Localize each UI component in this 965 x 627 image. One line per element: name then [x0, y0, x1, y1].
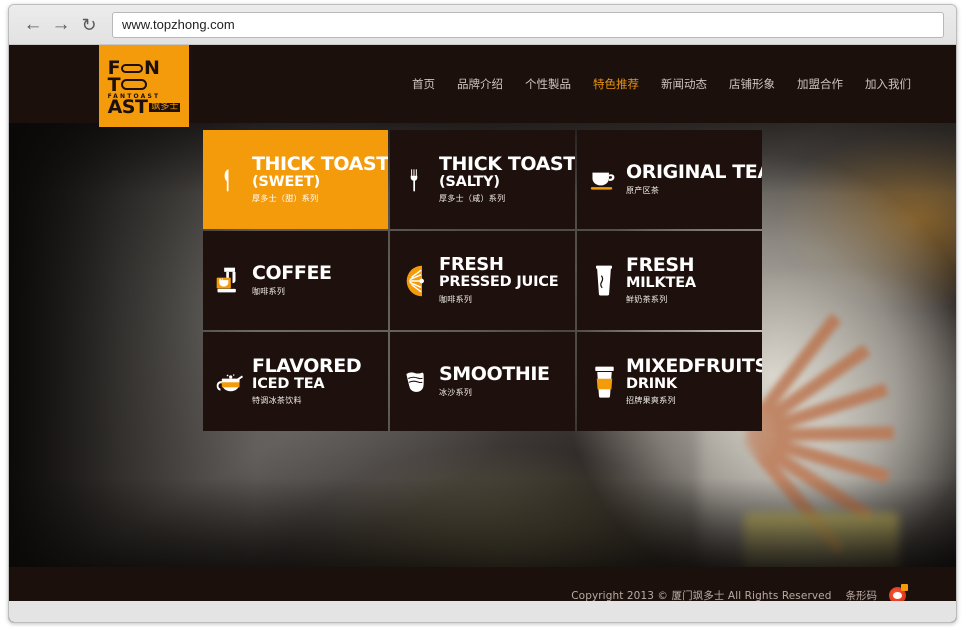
- logo-letter-t: T: [107, 73, 121, 96]
- product-tile[interactable]: MIXEDFRUITS DRINK 招牌果爽系列: [577, 332, 762, 431]
- product-text: FLAVORED ICED TEA 特调冰茶饮料: [252, 354, 362, 407]
- product-cn-label: 厚多士（咸）系列: [439, 194, 506, 204]
- product-subtitle: (SALTY): [439, 173, 500, 190]
- forward-arrow-icon[interactable]: →: [47, 11, 75, 39]
- main-navigation: 首页 品牌介绍 个性製品 特色推荐 新闻动态 店铺形象 加盟合作 加入我们: [401, 45, 922, 123]
- product-tile[interactable]: SMOOTHIE 冰沙系列: [390, 332, 575, 431]
- product-tile[interactable]: COFFEE 咖啡系列: [203, 231, 388, 330]
- product-text: FRESH PRESSED JUICE 咖啡系列: [439, 254, 559, 305]
- product-title: FRESH: [439, 254, 504, 276]
- product-title: THICK TOAST: [439, 152, 575, 175]
- product-text: THICK TOAST (SALTY) 厚多士（咸）系列: [439, 152, 575, 205]
- logo-letters-ast: AST: [107, 96, 148, 119]
- coffee-machine-icon: [215, 258, 245, 304]
- nav-item-2[interactable]: 个性製品: [514, 72, 582, 96]
- product-tile[interactable]: THICK TOAST (SALTY) 厚多士（咸）系列: [390, 130, 575, 229]
- takeaway-cup-icon: [589, 359, 619, 405]
- nav-item-7[interactable]: 加入我们: [854, 72, 922, 96]
- product-title: THICK TOAST: [252, 152, 388, 175]
- logo-letter-n: N: [144, 57, 160, 80]
- url-bar[interactable]: www.topzhong.com: [112, 11, 944, 38]
- product-cn-label: 咖啡系列: [439, 294, 473, 304]
- product-title: COFFEE: [252, 262, 332, 284]
- product-cn-label: 厚多士（甜）系列: [252, 194, 319, 204]
- product-tile[interactable]: FRESH PRESSED JUICE 咖啡系列: [390, 231, 575, 330]
- product-tile[interactable]: FRESH MILKTEA 鲜奶茶系列: [577, 231, 762, 330]
- logo-row-to: T: [107, 73, 148, 96]
- page-viewport: F N T FANTOAST AST 飒多士 首页 品牌介绍 个性製品 特色推荐 新闻动…: [9, 45, 956, 622]
- product-cn-label: 鲜奶茶系列: [626, 295, 668, 305]
- nav-item-6[interactable]: 加盟合作: [786, 72, 854, 96]
- url-text: www.topzhong.com: [122, 17, 235, 32]
- milktea-cup-icon: [589, 258, 619, 304]
- product-text: SMOOTHIE 冰沙系列: [439, 365, 550, 398]
- logo-row-ast: AST 飒多士: [107, 96, 181, 119]
- product-grid: THICK TOAST (SWEET) 厚多士（甜）系列 THICK TOAST (SA…: [203, 130, 762, 431]
- product-title: FRESH: [626, 253, 695, 276]
- product-cn-label: 冰沙系列: [439, 388, 473, 397]
- product-cn-label: 特调冰茶饮料: [252, 396, 302, 406]
- site-logo[interactable]: F N T FANTOAST AST 飒多士: [99, 45, 189, 127]
- product-cn-label: 原产区茶: [626, 186, 660, 195]
- product-subtitle: MILKTEA: [626, 274, 696, 291]
- product-text: ORIGINAL TEA 原产区茶: [626, 163, 762, 196]
- logo-mark: F N T FANTOAST AST 飒多士: [107, 57, 181, 119]
- browser-toolbar: ← → ↻ www.topzhong.com: [9, 5, 956, 45]
- product-subtitle: PRESSED JUICE: [439, 274, 559, 291]
- product-cn-label: 招牌果爽系列: [626, 396, 676, 406]
- product-text: COFFEE 咖啡系列: [252, 264, 332, 297]
- product-subtitle: ICED TEA: [252, 375, 325, 392]
- smoothie-bowl-icon: [402, 359, 432, 405]
- teapot-icon: [215, 359, 245, 405]
- browser-window: ← → ↻ www.topzhong.com F N T FANTOAST AS…: [8, 4, 957, 623]
- product-title: ORIGINAL TEA: [626, 161, 762, 183]
- knife-icon: [215, 157, 245, 203]
- reload-icon[interactable]: ↻: [75, 11, 103, 39]
- teacup-icon: [589, 157, 619, 203]
- product-tile[interactable]: ORIGINAL TEA 原产区茶: [577, 130, 762, 229]
- product-text: MIXEDFRUITS DRINK 招牌果爽系列: [626, 354, 762, 407]
- product-cn-label: 咖啡系列: [252, 287, 286, 296]
- product-title: SMOOTHIE: [439, 363, 550, 385]
- product-title: MIXEDFRUITS: [626, 354, 762, 377]
- product-subtitle: (SWEET): [252, 173, 320, 190]
- product-tile[interactable]: FLAVORED ICED TEA 特调冰茶饮料: [203, 332, 388, 431]
- nav-item-1[interactable]: 品牌介绍: [446, 72, 514, 96]
- product-subtitle: DRINK: [626, 375, 677, 392]
- nav-item-3[interactable]: 特色推荐: [582, 72, 650, 96]
- logo-pill-o-icon: [121, 79, 148, 91]
- logo-pill-a-icon: [121, 64, 144, 74]
- product-text: THICK TOAST (SWEET) 厚多士（甜）系列: [252, 152, 388, 205]
- page-bottom-strip: [9, 601, 956, 622]
- orange-slice-icon: [402, 258, 432, 304]
- product-title: FLAVORED: [252, 354, 362, 377]
- back-arrow-icon[interactable]: ←: [19, 11, 47, 39]
- nav-item-0[interactable]: 首页: [401, 72, 446, 96]
- product-tile[interactable]: THICK TOAST (SWEET) 厚多士（甜）系列: [203, 130, 388, 229]
- fork-icon: [402, 157, 432, 203]
- logo-badge-cn: 飒多士: [149, 101, 181, 113]
- product-text: FRESH MILKTEA 鲜奶茶系列: [626, 253, 696, 306]
- nav-item-4[interactable]: 新闻动态: [650, 72, 718, 96]
- nav-item-5[interactable]: 店铺形象: [718, 72, 786, 96]
